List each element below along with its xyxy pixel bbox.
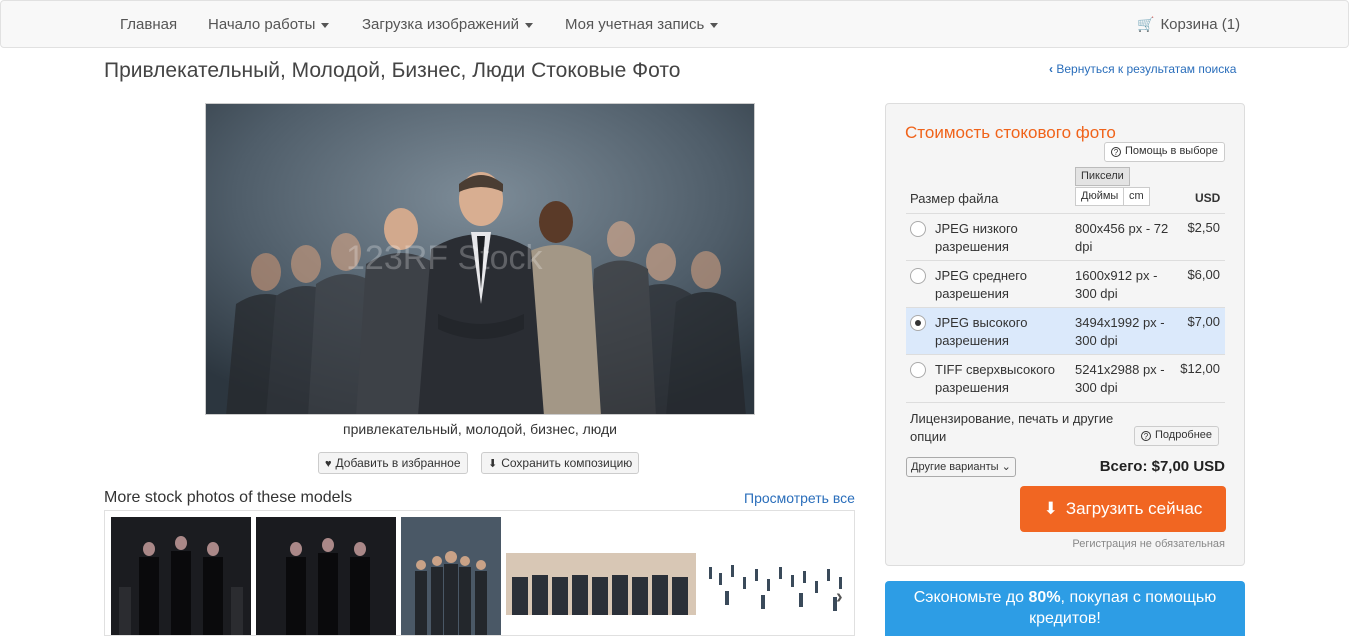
chevron-right-icon[interactable]: › [836,586,843,609]
currency-header: USD [1195,191,1221,205]
related-photo-thumb[interactable] [256,517,396,635]
unit-pixels-toggle[interactable]: Пиксели [1075,167,1130,186]
other-options-dropdown[interactable]: Другие варианты ⌄ [906,457,1016,477]
related-photo-image [506,517,696,635]
business-people-photo: 123RF Stock [206,104,754,414]
size-option-low[interactable]: JPEG низкого разрешения 800x456 px - 72 … [906,213,1225,260]
licensing-text: Лицензирование, печать и другие опции [910,411,1114,444]
related-photo-thumb[interactable] [401,517,501,635]
nav-cart[interactable]: 🛒 Корзина (1) [1137,16,1240,33]
option-price: $7,00 [1187,314,1220,329]
nav-account[interactable]: Моя учетная запись [565,16,719,33]
help-choosing-button[interactable]: ? Помощь в выборе [1104,142,1225,162]
unit-inches-toggle[interactable]: Дюймы [1075,187,1125,206]
add-to-favorites-button[interactable]: ♥ Добавить в избранное [318,452,468,474]
back-to-results-link[interactable]: ‹ Вернуться к результатам поиска [1049,62,1236,76]
more-info-button[interactable]: ? Подробнее [1134,426,1220,446]
radio-button[interactable] [910,221,926,237]
size-option-extra-high[interactable]: TIFF сверхвысокого разрешения 5241x2988 … [906,354,1225,401]
photo-caption: привлекательный, молодой, бизнес, люди [343,421,617,437]
nav-account-label: Моя учетная запись [565,16,705,33]
save-composition-label: Сохранить композицию [501,456,633,470]
nav-getting-started[interactable]: Начало работы [208,16,330,33]
more-photos-heading: More stock photos of these models [104,489,353,506]
option-name: JPEG среднего разрешения [935,268,1027,301]
option-name: JPEG высокого разрешения [935,315,1028,348]
related-photo-thumb[interactable] [703,517,854,635]
chevron-left-icon: ‹ [1049,62,1053,76]
caret-down-icon [710,22,719,28]
photo-watermark: 123RF Stock [346,239,544,277]
option-name: JPEG низкого разрешения [935,221,1018,254]
more-info-label: Подробнее [1155,429,1213,441]
caret-down-icon [524,22,533,28]
option-dimensions: 800x456 px - 72 dpi [1075,221,1169,254]
save-composition-button[interactable]: ⬇ Сохранить композицию [481,452,640,474]
size-option-medium[interactable]: JPEG среднего разрешения 1600x912 px - 3… [906,260,1225,307]
page-title: Привлекательный, Молодой, Бизнес, Люди С… [104,59,681,82]
download-icon: ⬇ [488,458,498,470]
main-stock-photo[interactable]: 123RF Stock [205,103,755,415]
cart-icon: 🛒 [1137,16,1155,32]
chevron-down-icon: ⌄ [1001,461,1011,473]
download-label: Загрузить сейчас [1065,499,1203,518]
option-dimensions: 3494x1992 px - 300 dpi [1075,315,1165,348]
top-navbar: Главная Начало работы Загрузка изображен… [0,0,1349,48]
related-photo-thumb[interactable] [506,517,696,635]
file-size-header: Размер файла [910,191,999,206]
view-all-link[interactable]: Просмотреть все [744,490,855,506]
related-photos-strip [104,510,855,636]
option-dimensions: 5241x2988 px - 300 dpi [1075,362,1165,395]
registration-note: Регистрация не обязательная [1072,538,1225,550]
pricing-title: Стоимость стокового фото [905,123,1116,142]
promo-prefix: Сэкономьте до [913,589,1029,606]
nav-upload[interactable]: Загрузка изображений [362,16,533,33]
option-price: $6,00 [1187,267,1220,282]
size-option-high[interactable]: JPEG высокого разрешения 3494x1992 px - … [906,307,1225,354]
radio-button-selected[interactable] [910,315,926,331]
caret-down-icon [321,22,330,28]
radio-button[interactable] [910,268,926,284]
nav-upload-label: Загрузка изображений [362,16,519,33]
help-label: Помощь в выборе [1125,145,1218,157]
option-price: $12,00 [1180,361,1220,376]
unit-cm-toggle[interactable]: cm [1123,187,1150,206]
promo-highlight: 80% [1028,589,1061,606]
option-name: TIFF сверхвысокого разрешения [935,362,1055,395]
related-photo-image [111,517,251,635]
option-price: $2,50 [1187,220,1220,235]
other-options-label: Другие варианты [911,461,999,473]
credits-promo-banner[interactable]: Сэкономьте до 80%, покупая с помощью кре… [885,581,1245,636]
nav-home[interactable]: Главная [120,16,177,33]
radio-button[interactable] [910,362,926,378]
heart-icon: ♥ [325,458,332,470]
related-photo-image [256,517,396,635]
question-icon: ? [1111,147,1121,157]
nav-getting-started-label: Начало работы [208,16,316,33]
download-icon: ⬇ [1043,499,1058,518]
related-photo-image [703,517,854,635]
related-photo-thumb[interactable] [111,517,251,635]
question-icon: ? [1141,431,1151,441]
option-dimensions: 1600x912 px - 300 dpi [1075,268,1158,301]
cart-label: Корзина (1) [1160,16,1241,33]
back-link-label: Вернуться к результатам поиска [1056,62,1237,76]
pricing-panel: Стоимость стокового фото ? Помощь в выбор… [885,103,1245,566]
licensing-row: Лицензирование, печать и другие опции ? П… [906,402,1225,452]
related-photo-image [401,517,501,635]
add-favorite-label: Добавить в избранное [335,456,461,470]
total-price: Всего: $7,00 USD [1099,458,1225,475]
download-now-button[interactable]: ⬇ Загрузить сейчас [1020,486,1226,532]
